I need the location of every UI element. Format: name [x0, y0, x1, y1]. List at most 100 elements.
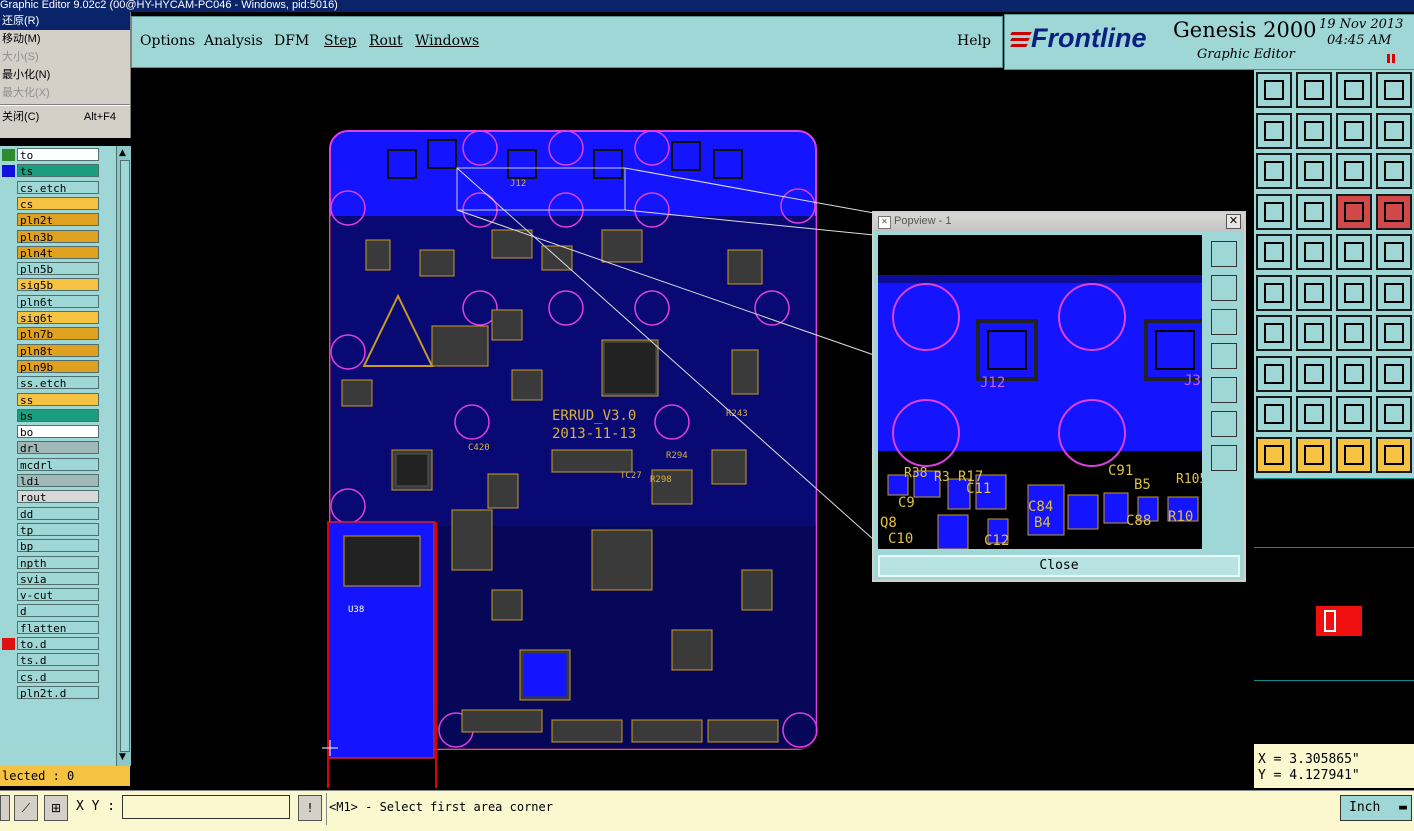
layer-name[interactable]: d [17, 604, 99, 618]
layer-name[interactable]: to [17, 148, 99, 162]
layer-name[interactable]: sig5b [17, 278, 99, 292]
layer-row-bp[interactable]: bp [0, 539, 100, 553]
layer-name[interactable]: ss [17, 392, 99, 407]
pv-pan-right-icon[interactable] [1211, 377, 1237, 403]
layer-name[interactable]: ss.etch [17, 376, 99, 390]
layer-row-dd[interactable]: dd [0, 506, 100, 521]
via-icon[interactable] [1376, 234, 1412, 270]
layer-row-pln7b[interactable]: pln7b [0, 327, 100, 341]
popview-canvas[interactable]: J12 J3 R17 C91 B5 R105 C9 C11 C84 C88 R1… [878, 235, 1202, 549]
layer-row-flatten[interactable]: flatten [0, 620, 100, 635]
layer-row-svia[interactable]: svia [0, 571, 100, 586]
snap-icon[interactable] [1336, 274, 1372, 311]
select-icon[interactable] [1296, 436, 1332, 473]
undo-icon[interactable] [1336, 112, 1372, 149]
layer-color-swatch[interactable] [2, 165, 15, 178]
layer-row-drl[interactable]: drl [0, 441, 100, 455]
popview-title-bar[interactable]: ✕ Popview - 1 ✕ [874, 213, 1244, 231]
layer-name[interactable]: svia [17, 571, 99, 586]
layer-name[interactable]: pln3b [17, 229, 99, 244]
layer-row-mcdrl[interactable]: mcdrl [0, 457, 100, 472]
layer-name[interactable]: pln8t [17, 343, 99, 358]
menu-analysis[interactable]: Analysis [204, 33, 263, 49]
zoom-in-icon[interactable] [1296, 72, 1332, 108]
polygon-icon[interactable] [1376, 396, 1412, 432]
pv-expand-icon[interactable] [1211, 411, 1237, 437]
sysmenu-restore[interactable]: 还原(R) [0, 12, 130, 30]
layer-row-sig5b[interactable]: sig5b [0, 278, 100, 292]
draw-line-icon[interactable] [1296, 315, 1332, 351]
layer-row-pln5b[interactable]: pln5b [0, 262, 100, 276]
point-icon[interactable] [1256, 355, 1292, 392]
layer-name[interactable]: sig6t [17, 311, 99, 325]
measure-icon[interactable]: ⟋ [14, 795, 38, 821]
layer-row-bs[interactable]: bs [0, 408, 100, 423]
layer-name[interactable]: pln5b [17, 262, 99, 276]
layer-row-pln2t[interactable]: pln2t [0, 213, 100, 227]
layer-name[interactable]: cs.etch [17, 180, 99, 195]
layer-row-ts-d[interactable]: ts.d [0, 653, 100, 667]
layer-name[interactable]: rout [17, 490, 99, 504]
layer-row-npth[interactable]: npth [0, 555, 100, 570]
pv-zoom-fit-icon[interactable] [1211, 241, 1237, 267]
layer-row-cs[interactable]: cs [0, 196, 100, 211]
layer-row-pln9b[interactable]: pln9b [0, 359, 100, 374]
layer-name[interactable]: pln2t [17, 213, 99, 227]
layer-row-sig6t[interactable]: sig6t [0, 311, 100, 325]
layer-name[interactable]: npth [17, 555, 99, 570]
layer-row-to-d[interactable]: to.d [0, 637, 100, 651]
pv-shrink-icon[interactable] [1211, 445, 1237, 471]
select-net-icon[interactable] [1376, 274, 1412, 311]
pv-pan-left-icon[interactable] [1211, 343, 1237, 369]
layer-name[interactable]: pln2t.d [17, 685, 99, 700]
sysmenu-move[interactable]: 移动(M) [0, 30, 130, 48]
menu-help[interactable]: Help [957, 33, 991, 49]
grid-snap-icon[interactable]: ⊞ [44, 795, 68, 821]
layer-name[interactable]: cs.d [17, 669, 99, 684]
layer-row-v-cut[interactable]: v-cut [0, 588, 100, 602]
pad-icon[interactable] [1256, 234, 1292, 270]
layer-name[interactable]: pln9b [17, 359, 99, 374]
layer-name[interactable]: bs [17, 408, 99, 423]
angle-icon[interactable] [1256, 315, 1292, 351]
pan-right-icon[interactable] [1296, 112, 1332, 149]
poly-icon[interactable] [1336, 396, 1372, 432]
layer-up-icon[interactable] [1336, 193, 1372, 230]
layer-list-scrollbar[interactable]: ▲ ▼ [116, 146, 131, 766]
alert-icon[interactable]: ! [298, 795, 322, 821]
layer-row-pln8t[interactable]: pln8t [0, 343, 100, 358]
zoom-home-icon[interactable] [1256, 72, 1292, 108]
redo-icon[interactable] [1376, 112, 1412, 149]
ruler-icon[interactable] [1336, 234, 1372, 270]
layer-name[interactable]: v-cut [17, 588, 99, 602]
layer-name[interactable]: bp [17, 539, 99, 553]
layer-name[interactable]: dd [17, 506, 99, 521]
layer-name[interactable]: mcdrl [17, 457, 99, 472]
line-icon[interactable] [1296, 234, 1332, 270]
layer-row-bo[interactable]: bo [0, 425, 100, 439]
layer-name[interactable]: ts [17, 164, 99, 178]
layer-name[interactable]: pln7b [17, 327, 99, 341]
mini-map[interactable] [1254, 478, 1414, 743]
fit-icon[interactable] [1256, 153, 1292, 189]
pointer-icon[interactable] [1256, 436, 1292, 473]
menu-windows[interactable]: Windows [415, 33, 479, 49]
layer-name[interactable]: ldi [17, 474, 99, 488]
layer-name[interactable]: to.d [17, 637, 99, 651]
flip-icon[interactable] [1376, 315, 1412, 351]
home-icon[interactable] [1336, 72, 1372, 108]
measure-icon[interactable] [1256, 193, 1292, 230]
units-select[interactable]: Inch ▬ [1340, 795, 1412, 821]
layer-row-d[interactable]: d [0, 604, 100, 618]
arc-icon[interactable] [1336, 315, 1372, 351]
layer-row-pln2t-d[interactable]: pln2t.d [0, 685, 100, 700]
pan-left-icon[interactable] [1256, 112, 1292, 149]
menu-options[interactable]: Options [140, 33, 195, 49]
route-icon[interactable] [1296, 396, 1332, 432]
layer-row-ss-etch[interactable]: ss.etch [0, 376, 100, 390]
menu-dfm[interactable]: DFM [274, 33, 309, 49]
layer-name[interactable]: cs [17, 196, 99, 211]
xy-input[interactable] [122, 795, 290, 819]
layer-name[interactable]: pln6t [17, 294, 99, 309]
center-icon[interactable] [1296, 153, 1332, 189]
